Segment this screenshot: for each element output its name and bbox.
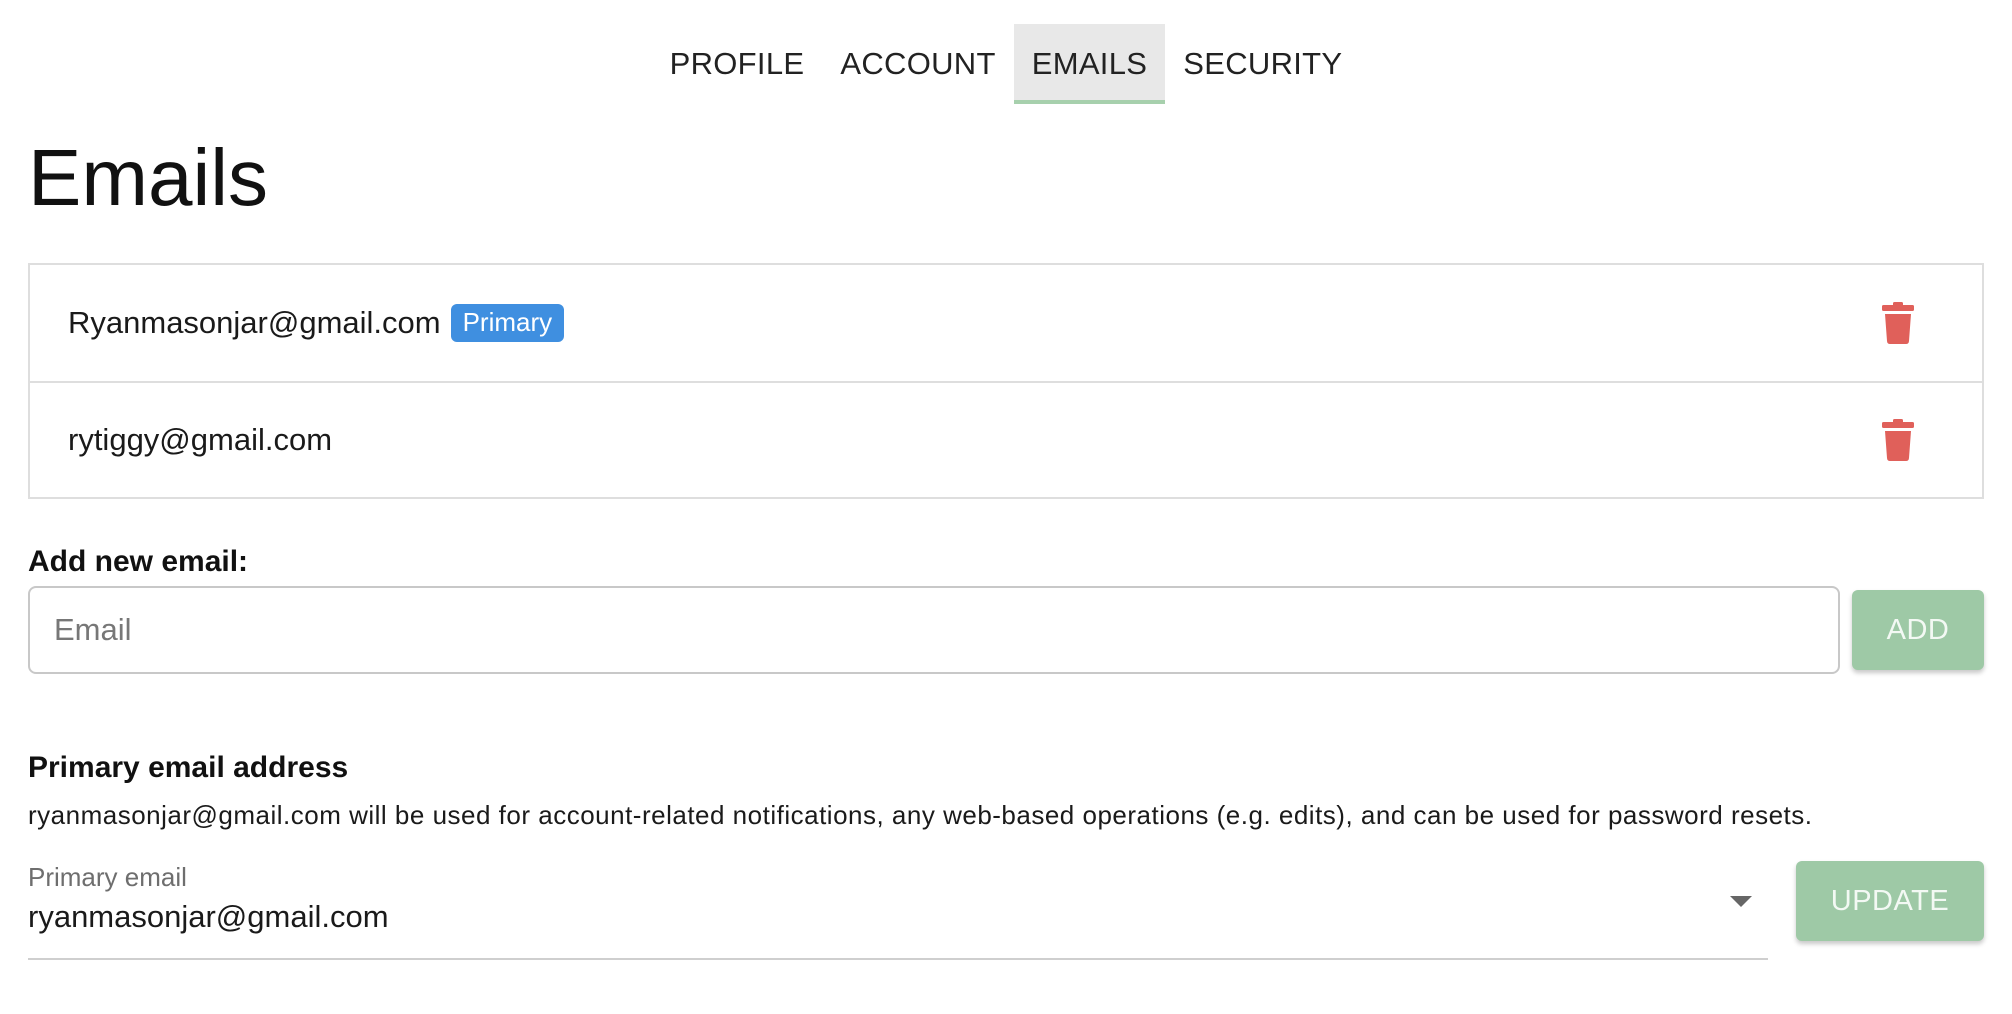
add-email-button[interactable]: ADD xyxy=(1852,590,1984,670)
delete-email-button[interactable] xyxy=(1880,301,1916,345)
update-primary-email-button[interactable]: UPDATE xyxy=(1796,861,1984,941)
email-input[interactable] xyxy=(28,586,1840,674)
primary-badge: Primary xyxy=(450,303,565,343)
primary-email-select-label: Primary email xyxy=(28,862,187,892)
tab-account[interactable]: ACCOUNT xyxy=(822,24,1013,104)
tab-emails[interactable]: EMAILS xyxy=(1013,24,1166,104)
add-email-label: Add new email: xyxy=(28,545,249,578)
page-title: Emails xyxy=(28,133,269,222)
email-list-item: rytiggy@gmail.com xyxy=(30,381,1982,497)
primary-email-select-value: ryanmasonjar@gmail.com xyxy=(28,899,389,934)
tab-profile[interactable]: PROFILE xyxy=(652,24,823,104)
tab-security[interactable]: SECURITY xyxy=(1165,24,1360,104)
email-list-item: Ryanmasonjar@gmail.com Primary xyxy=(30,265,1982,381)
primary-email-heading: Primary email address xyxy=(28,751,349,784)
trash-icon xyxy=(1882,419,1914,461)
primary-email-description: ryanmasonjar@gmail.com will be used for … xyxy=(28,800,1813,830)
email-address: Ryanmasonjar@gmail.com xyxy=(68,305,441,340)
email-address: rytiggy@gmail.com xyxy=(68,422,333,457)
delete-email-button[interactable] xyxy=(1880,418,1916,462)
trash-icon xyxy=(1882,302,1914,344)
primary-email-select[interactable]: Primary email ryanmasonjar@gmail.com xyxy=(28,862,1768,960)
email-list: Ryanmasonjar@gmail.com Primary rytiggy@g… xyxy=(28,263,1984,499)
dropdown-arrow-icon xyxy=(1730,896,1752,907)
settings-tabs: PROFILE ACCOUNT EMAILS SECURITY xyxy=(0,24,2012,104)
